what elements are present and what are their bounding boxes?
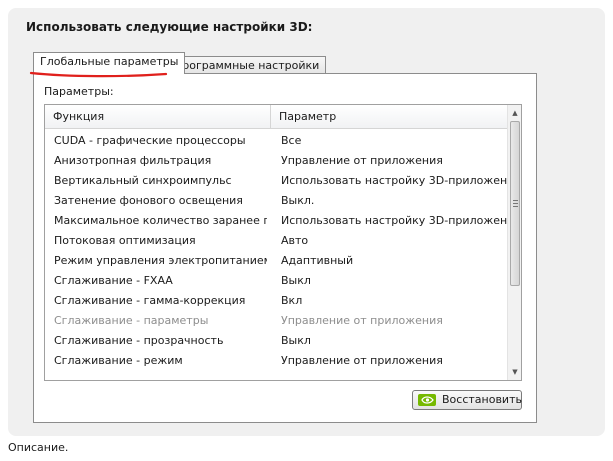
row-value-cell: Использовать настройку 3D-приложения <box>281 174 509 187</box>
scroll-down-arrow-icon[interactable]: ▼ <box>508 365 521 379</box>
row-value-cell: Все <box>281 134 302 147</box>
row-value-cell: Адаптивный <box>281 254 354 267</box>
description-label: Описание. <box>8 441 69 454</box>
row-value-cell: Управление от приложения <box>281 354 443 367</box>
table-row[interactable]: Сглаживание - режим Управление от приложе… <box>45 351 509 371</box>
row-feature-cell: Затенение фонового освещения <box>54 194 243 207</box>
restore-button-label: Восстановить <box>442 393 522 406</box>
vertical-scrollbar[interactable]: ▲ ▼ <box>507 105 521 380</box>
row-value-cell: Управление от приложения <box>281 154 443 167</box>
list-rows: CUDA - графические процессоры Все Анизотро… <box>45 131 509 371</box>
row-feature-cell: Максимальное количество заранее под... <box>54 214 267 227</box>
scroll-up-arrow-icon[interactable]: ▲ <box>508 106 521 120</box>
table-row[interactable]: Сглаживание - FXAA Выкл <box>45 271 509 291</box>
row-value-cell: Выкл <box>281 334 311 347</box>
row-feature-cell: Анизотропная фильтрация <box>54 154 212 167</box>
row-value-cell: Авто <box>281 234 309 247</box>
table-row[interactable]: Потоковая оптимизация Авто <box>45 231 509 251</box>
row-value-cell: Использовать настройку 3D-приложения <box>281 214 509 227</box>
row-feature-cell: Сглаживание - параметры <box>54 314 209 327</box>
row-feature-cell: Режим управления электропитанием <box>54 254 267 267</box>
table-row[interactable]: Сглаживание - гамма-коррекция Вкл <box>45 291 509 311</box>
tab-content-global: Параметры: Функция Параметр CUDA - графи… <box>33 73 537 423</box>
table-row[interactable]: Анизотропная фильтрация Управление от при… <box>45 151 509 171</box>
settings-list: Функция Параметр CUDA - графические проц… <box>44 104 522 381</box>
column-header-feature[interactable]: Функция <box>45 105 271 129</box>
table-row[interactable]: CUDA - графические процессоры Все <box>45 131 509 151</box>
row-feature-cell: Вертикальный синхроимпульс <box>54 174 232 187</box>
row-value-cell: Вкл <box>281 294 303 307</box>
row-value-cell: Управление от приложения <box>281 314 443 327</box>
table-row[interactable]: Вертикальный синхроимпульс Использовать н… <box>45 171 509 191</box>
restore-button[interactable]: Восстановить <box>412 390 522 410</box>
row-feature-cell: Сглаживание - режим <box>54 354 183 367</box>
row-feature-cell: CUDA - графические процессоры <box>54 134 246 147</box>
list-header: Функция Параметр <box>45 105 509 129</box>
row-feature-cell: Сглаживание - прозрачность <box>54 334 224 347</box>
row-value-cell: Выкл <box>281 274 311 287</box>
parameters-label: Параметры: <box>44 85 114 98</box>
column-header-value[interactable]: Параметр <box>271 105 509 129</box>
nvidia-logo-icon <box>418 394 436 406</box>
row-feature-cell: Сглаживание - гамма-коррекция <box>54 294 246 307</box>
table-row[interactable]: Максимальное количество заранее под... Ис… <box>45 211 509 231</box>
scrollbar-thumb[interactable] <box>510 121 520 286</box>
table-row[interactable]: Затенение фонового освещения Выкл. <box>45 191 509 211</box>
red-underline-annotation <box>29 71 168 78</box>
table-row[interactable]: Сглаживание - параметры Управление от при… <box>45 311 509 331</box>
row-feature-cell: Потоковая оптимизация <box>54 234 196 247</box>
table-row[interactable]: Сглаживание - прозрачность Выкл <box>45 331 509 351</box>
row-value-cell: Выкл. <box>281 194 315 207</box>
row-feature-cell: Сглаживание - FXAA <box>54 274 173 287</box>
section-title: Использовать следующие настройки 3D: <box>26 20 313 34</box>
grip-icon <box>513 200 518 207</box>
table-row[interactable]: Режим управления электропитанием Адаптивн… <box>45 251 509 271</box>
